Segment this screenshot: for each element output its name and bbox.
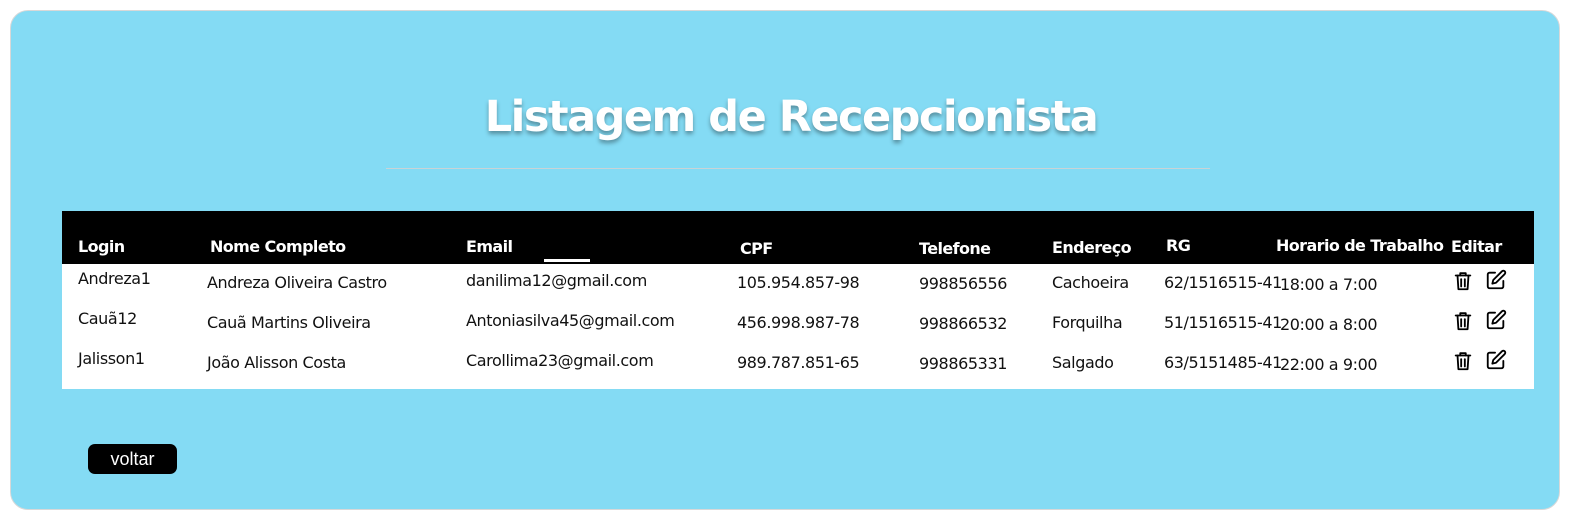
cell-login: Andreza1 bbox=[78, 269, 151, 288]
cell-cpf: 105.954.857-98 bbox=[737, 273, 860, 292]
trash-icon bbox=[1454, 272, 1472, 291]
cell-rg: 62/1516515-41 bbox=[1164, 273, 1282, 292]
receptionist-table: Login Nome Completo Email CPF Telefone E… bbox=[62, 211, 1534, 389]
column-header-schedule: Horario de Trabalho bbox=[1276, 236, 1444, 255]
delete-button[interactable] bbox=[1452, 310, 1474, 332]
cell-name: Andreza Oliveira Castro bbox=[207, 273, 387, 292]
column-header-name: Nome Completo bbox=[210, 237, 346, 256]
cell-rg: 51/1516515-41 bbox=[1164, 313, 1282, 332]
column-header-rg: RG bbox=[1166, 236, 1191, 255]
column-header-email: Email bbox=[466, 237, 513, 256]
cell-phone: 998865331 bbox=[919, 354, 1008, 373]
email-header-underline bbox=[544, 259, 590, 262]
edit-button[interactable] bbox=[1485, 309, 1507, 331]
cell-address: Forquilha bbox=[1052, 313, 1123, 332]
cell-name: Cauã Martins Oliveira bbox=[207, 313, 371, 332]
edit-icon bbox=[1486, 309, 1507, 330]
cell-email: Antoniasilva45@gmail.com bbox=[466, 311, 675, 330]
cell-rg: 63/5151485-41 bbox=[1164, 353, 1282, 372]
table-row: Cauã12 Cauã Martins Oliveira Antoniasilv… bbox=[62, 307, 1534, 347]
title-divider bbox=[386, 168, 1210, 169]
edit-button[interactable] bbox=[1485, 269, 1507, 291]
page-title: Listagem de Recepcionista bbox=[484, 92, 1099, 142]
delete-button[interactable] bbox=[1452, 270, 1474, 292]
table-row: Andreza1 Andreza Oliveira Castro danilim… bbox=[62, 267, 1534, 307]
cell-phone: 998866532 bbox=[919, 314, 1008, 333]
delete-button[interactable] bbox=[1452, 350, 1474, 372]
cell-name: João Alisson Costa bbox=[207, 353, 346, 372]
cell-login: Cauã12 bbox=[78, 309, 137, 328]
cell-address: Salgado bbox=[1052, 353, 1114, 372]
column-header-login: Login bbox=[78, 237, 125, 256]
cell-address: Cachoeira bbox=[1052, 273, 1129, 292]
edit-icon bbox=[1486, 349, 1507, 370]
cell-cpf: 456.998.987-78 bbox=[737, 313, 860, 332]
trash-icon bbox=[1454, 312, 1472, 331]
column-header-cpf: CPF bbox=[740, 239, 773, 258]
cell-email: danilima12@gmail.com bbox=[466, 271, 647, 290]
column-header-address: Endereço bbox=[1052, 238, 1132, 257]
cell-email: Carollima23@gmail.com bbox=[466, 351, 654, 370]
cell-schedule: 18:00 a 7:00 bbox=[1280, 275, 1378, 294]
cell-cpf: 989.787.851-65 bbox=[737, 353, 860, 372]
table-row: Jalisson1 João Alisson Costa Carollima23… bbox=[62, 347, 1534, 387]
edit-icon bbox=[1486, 269, 1507, 290]
cell-phone: 998856556 bbox=[919, 274, 1008, 293]
cell-schedule: 20:00 a 8:00 bbox=[1280, 315, 1378, 334]
cell-schedule: 22:00 a 9:00 bbox=[1280, 355, 1378, 374]
trash-icon bbox=[1454, 352, 1472, 371]
back-button[interactable]: voltar bbox=[88, 444, 177, 474]
column-header-edit: Editar bbox=[1451, 237, 1502, 256]
cell-login: Jalisson1 bbox=[78, 349, 145, 368]
edit-button[interactable] bbox=[1485, 349, 1507, 371]
table-header-row: Login Nome Completo Email CPF Telefone E… bbox=[62, 211, 1534, 264]
column-header-phone: Telefone bbox=[919, 239, 991, 258]
